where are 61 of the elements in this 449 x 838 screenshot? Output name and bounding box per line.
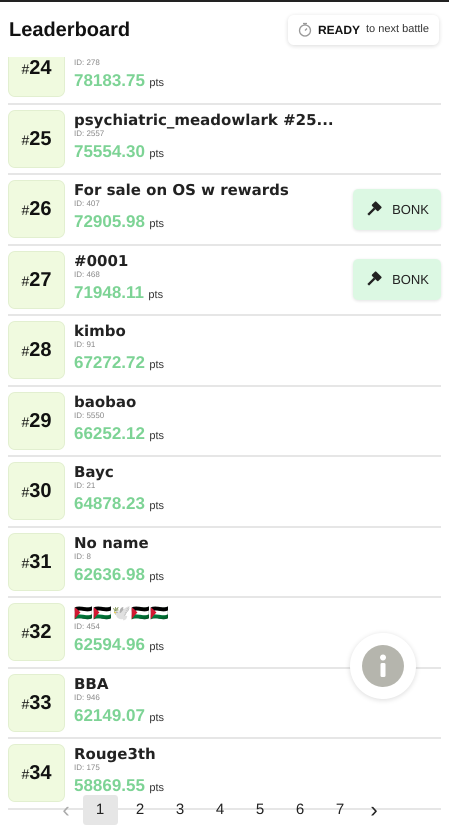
player-id: ID: 5550 [74,410,106,421]
info-button[interactable] [350,633,416,699]
player-points: 66252.12 pts [74,422,166,445]
next-page-button[interactable]: › [360,796,388,824]
player-id: ID: 407 [74,199,101,210]
player-points: 64878.23 pts [74,493,166,516]
status-subtext: to next battle [366,22,429,38]
page-button[interactable]: 4 [202,795,238,825]
player-name: BBA [74,674,110,693]
player-points: 67272.72 pts [74,352,166,374]
player-points: 72905.98 pts [74,211,166,234]
hammer-icon [365,200,382,218]
page-button[interactable]: 3 [162,795,198,825]
rank-text: #32 [21,620,52,646]
player-points: 58869.55 pts [74,775,166,798]
page-title: Leaderboard [9,18,130,42]
player-id: ID: 8 [74,552,92,562]
player-points: 62594.96 pts [74,634,166,656]
player-id: ID: 468 [74,270,101,280]
player-id: ID: 2557 [74,128,106,139]
rank-text: #25 [21,126,52,152]
status-text: READY [318,22,360,38]
player-name: kimbo [74,322,127,340]
player-name: Bayc [74,463,115,482]
page-button[interactable]: 1 [82,795,118,825]
player-id: ID: 175 [74,763,101,774]
rank-text: #31 [21,550,52,575]
player-points: 62636.98 pts [74,564,166,586]
player-name: Rouge3th [74,745,157,764]
player-id: ID: 91 [74,340,96,350]
page-button[interactable]: 5 [242,795,278,825]
stopwatch-icon [298,22,312,37]
bonk-button[interactable]: BONK [353,259,441,300]
page-button[interactable]: 2 [122,795,158,825]
rank-text: #34 [21,761,52,786]
player-name: #0001 [74,252,130,270]
player-points: 78183.75 pts [74,70,166,92]
player-name: For sale on OS w rewards [74,181,290,200]
player-points: 75554.30 pts [74,140,166,163]
player-id: ID: 278 [74,58,101,68]
rank-text: #24 [21,57,52,82]
rank-text: #30 [21,479,52,504]
player-id: ID: 946 [74,692,101,703]
rank-text: #33 [21,690,52,716]
bonk-button[interactable]: BONK [353,188,441,230]
player-name: baobao [74,392,138,411]
page-button[interactable]: 7 [322,795,358,825]
page-button[interactable]: 6 [282,795,318,825]
player-name: 🇵🇸🇵🇸🕊🇵🇸🇵🇸 [74,604,170,622]
rank-text: #26 [21,197,52,222]
player-name: psychiatric_meadowlark #25... [74,110,335,129]
player-id: ID: 454 [74,622,101,632]
hammer-icon [365,271,382,288]
rank-text: #29 [21,408,52,434]
rank-text: #27 [21,268,52,293]
info-icon [362,645,404,687]
rank-text: #28 [21,338,52,364]
player-points: 71948.11 pts [74,282,164,304]
player-id: ID: 21 [74,481,96,492]
player-name: No name [74,534,150,552]
player-points: 62149.07 pts [74,704,166,727]
